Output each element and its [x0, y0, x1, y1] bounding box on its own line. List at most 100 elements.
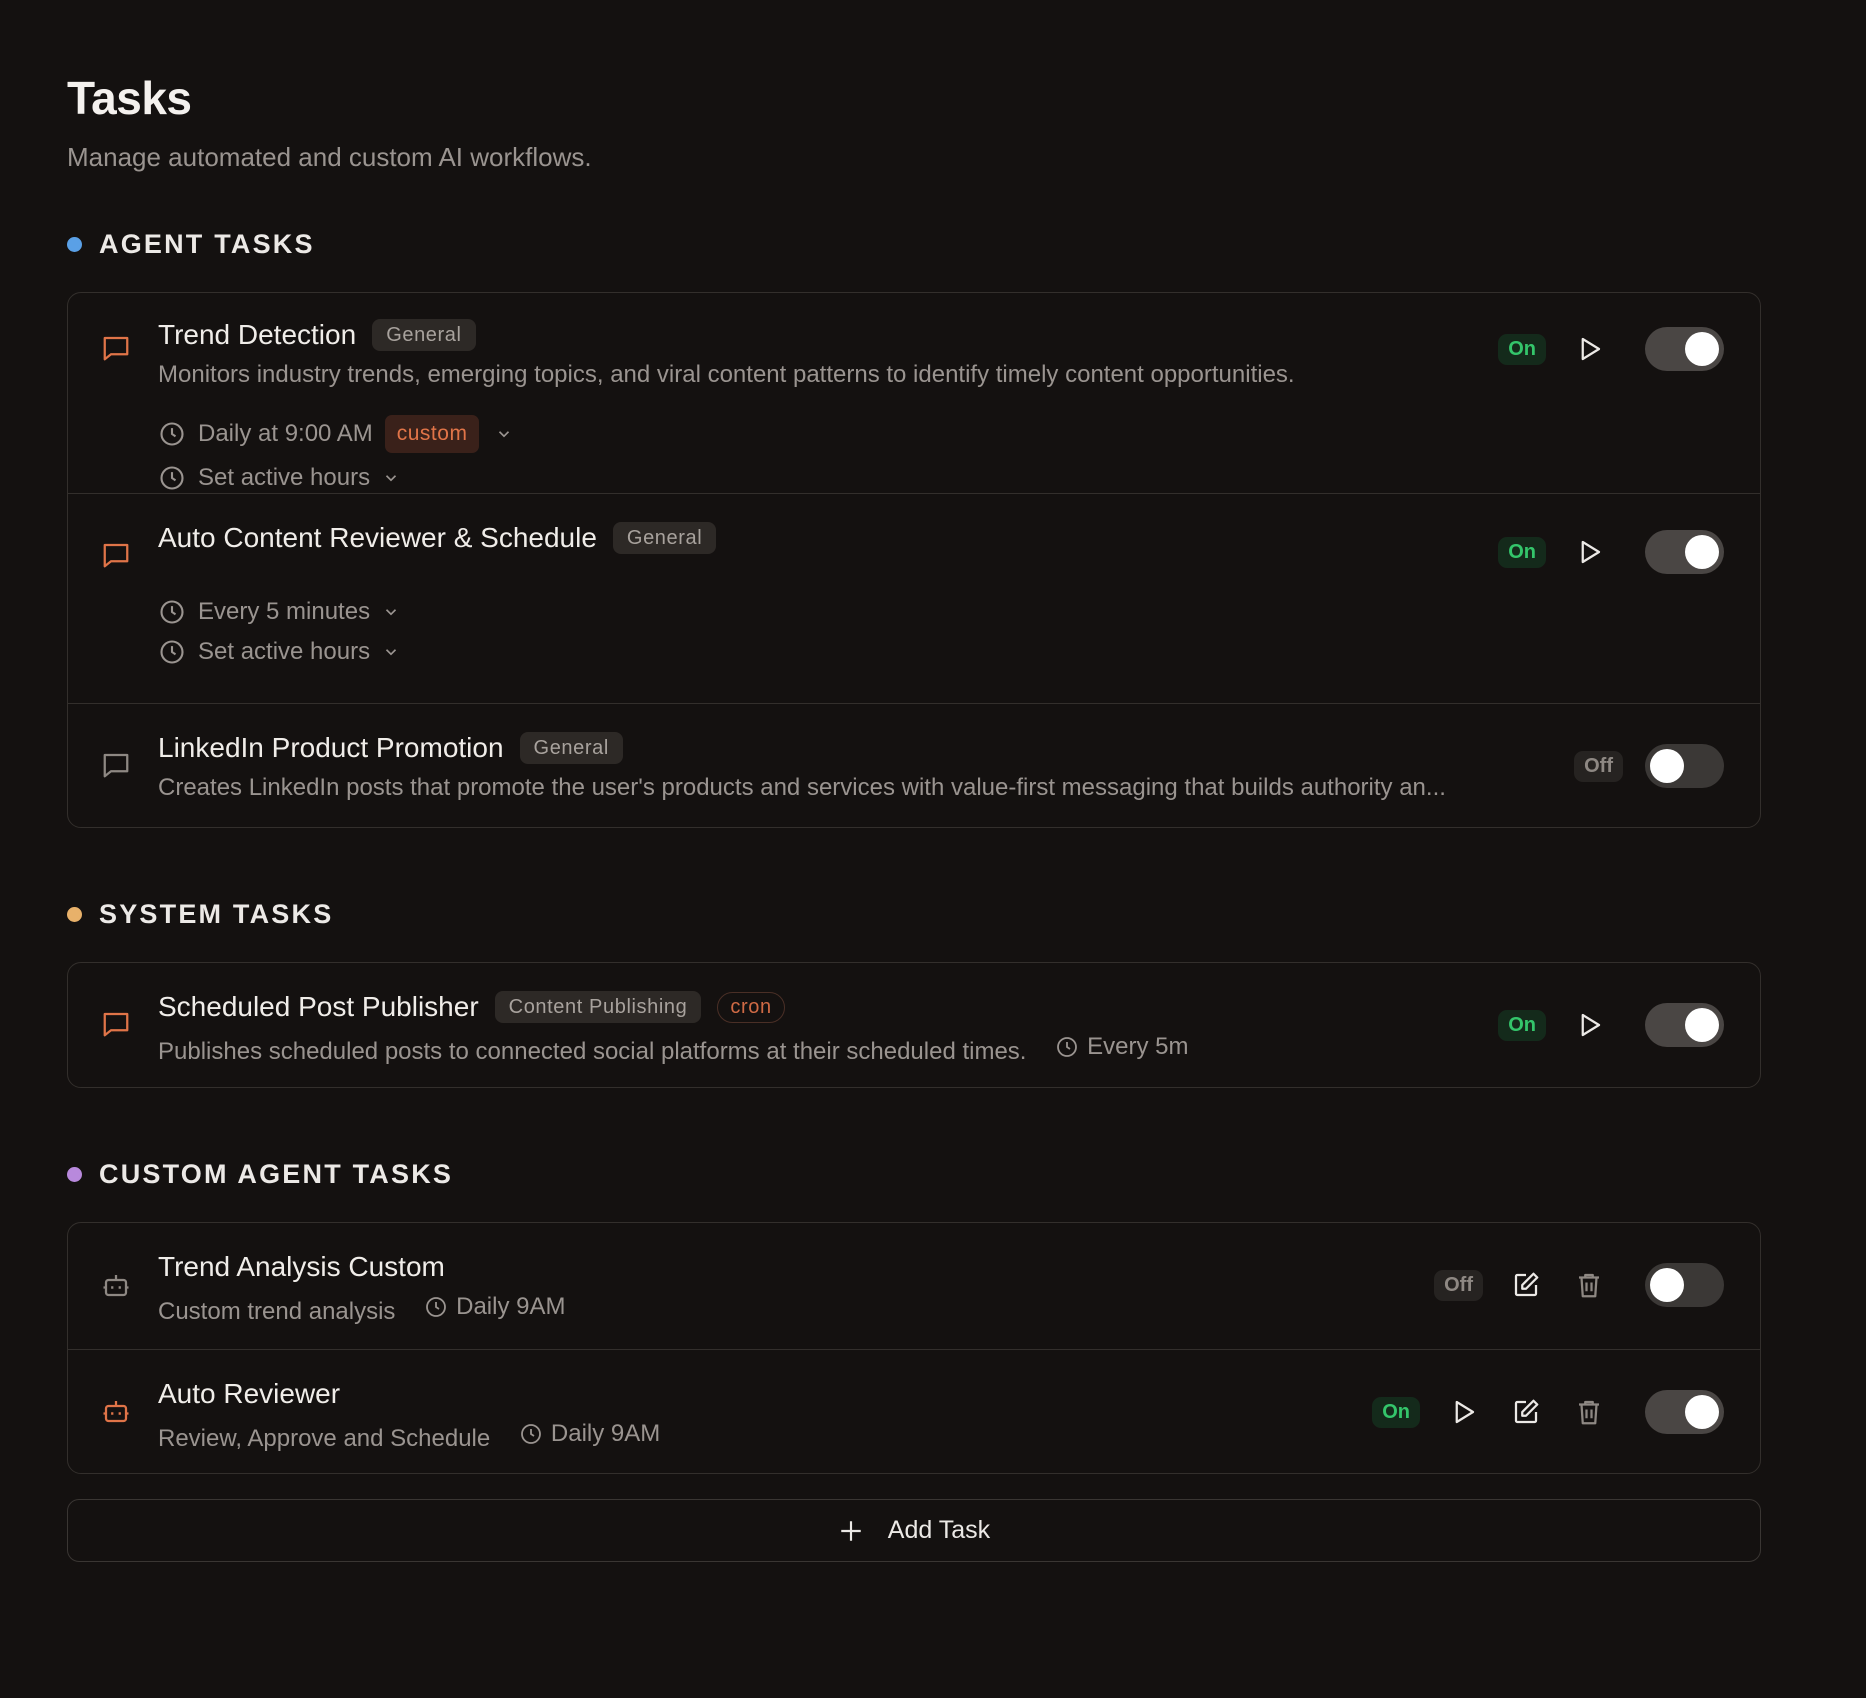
task-body: LinkedIn Product Promotion General Creat… — [158, 728, 1608, 827]
clock-icon — [158, 598, 186, 626]
delete-button[interactable] — [1569, 1265, 1609, 1305]
edit-icon — [1514, 1399, 1539, 1424]
interval-text: Every 5m — [1087, 1033, 1189, 1060]
enable-toggle[interactable] — [1645, 1390, 1724, 1434]
play-icon — [1581, 540, 1601, 564]
system-tasks-dot — [67, 906, 82, 922]
task-description: Creates LinkedIn posts that promote the … — [158, 774, 1446, 801]
schedule-dropdown[interactable]: Daily at 9:00 AM custom — [158, 415, 1760, 453]
custom-tasks-dot — [67, 1166, 82, 1182]
task-description: Publishes scheduled posts to connected s… — [158, 1038, 1027, 1065]
cron-tag: cron — [717, 991, 785, 1023]
category-tag: General — [372, 319, 476, 351]
section-label: SYSTEM TASKS — [99, 898, 334, 929]
custom-tasks-card: Trend Analysis Custom Custom trend analy… — [67, 1222, 1761, 1474]
edit-icon — [1514, 1272, 1539, 1297]
delete-button[interactable] — [1569, 1392, 1609, 1432]
task-controls: On — [1498, 1003, 1724, 1047]
chevron-down-icon — [495, 425, 513, 443]
agent-tasks-dot — [67, 236, 82, 252]
task-controls: On — [1372, 1390, 1724, 1434]
task-description: Custom trend analysis — [158, 1298, 396, 1325]
plus-icon — [838, 1518, 864, 1544]
task-name: LinkedIn Product Promotion — [158, 732, 504, 763]
toggle-knob — [1650, 749, 1684, 783]
clock-icon — [158, 420, 186, 448]
interval-text: Daily 9AM — [550, 1420, 661, 1447]
task-name: Auto Content Reviewer & Schedule — [158, 522, 597, 553]
tasks-page: Tasks Manage automated and custom AI wor… — [0, 0, 1866, 1562]
task-name: Auto Reviewer — [158, 1378, 341, 1409]
interval: Daily 9AM — [424, 1291, 565, 1323]
section-label: CUSTOM AGENT TASKS — [99, 1158, 454, 1189]
schedule-text: Every 5 minutes — [198, 598, 371, 625]
edit-button[interactable] — [1506, 1265, 1546, 1305]
page-subtitle: Manage automated and custom AI workflows… — [67, 142, 592, 172]
run-button[interactable] — [1569, 1005, 1609, 1045]
enable-toggle[interactable] — [1645, 1003, 1724, 1047]
trash-icon — [1579, 1400, 1599, 1425]
schedule-text: Daily at 9:00 AM — [198, 420, 373, 447]
interval: Every 5m — [1055, 1031, 1189, 1063]
edit-button[interactable] — [1506, 1392, 1546, 1432]
status-badge: Off — [1434, 1269, 1483, 1301]
task-controls: On — [1498, 530, 1724, 574]
task-name: Trend Detection — [158, 319, 357, 350]
clock-icon — [1057, 1037, 1078, 1057]
agent-tasks-header: AGENT TASKS — [67, 226, 1866, 262]
active-hours-dropdown[interactable]: Set active hours — [158, 634, 1760, 670]
category-tag: General — [612, 522, 717, 554]
system-tasks-header: SYSTEM TASKS — [67, 896, 1866, 932]
toggle-knob — [1685, 1008, 1719, 1042]
chevron-down-icon — [382, 603, 400, 621]
schedule-dropdown[interactable]: Every 5 minutes — [158, 594, 1760, 630]
run-button[interactable] — [1443, 1392, 1483, 1432]
message-square-icon — [101, 540, 131, 570]
interval-text: Daily 9AM — [456, 1293, 566, 1320]
page-title: Tasks — [67, 72, 192, 124]
category-tag: General — [519, 732, 623, 764]
run-button[interactable] — [1569, 532, 1609, 572]
interval: Daily 9AM — [519, 1418, 660, 1450]
task-row-linkedin-promotion: LinkedIn Product Promotion General Creat… — [68, 703, 1760, 827]
task-controls: Off — [1574, 744, 1724, 788]
clock-icon — [521, 1424, 541, 1444]
play-icon — [1581, 1013, 1601, 1037]
task-row-scheduled-post-publisher: Scheduled Post Publisher Content Publish… — [68, 963, 1760, 1087]
clock-icon — [426, 1297, 447, 1317]
task-name: Trend Analysis Custom — [158, 1251, 445, 1282]
custom-tasks-header: CUSTOM AGENT TASKS — [67, 1156, 1866, 1192]
status-badge: Off — [1574, 750, 1623, 782]
category-tag: Content Publishing — [494, 991, 702, 1023]
active-hours-dropdown[interactable]: Set active hours — [158, 460, 1760, 496]
enable-toggle[interactable] — [1645, 530, 1724, 574]
add-task-label: Add Task — [887, 1516, 991, 1544]
enable-toggle[interactable] — [1645, 744, 1724, 788]
active-hours-text: Set active hours — [198, 464, 371, 491]
task-row-auto-content-reviewer: Auto Content Reviewer & Schedule General… — [68, 493, 1760, 703]
enable-toggle[interactable] — [1645, 327, 1724, 371]
task-name-line: LinkedIn Product Promotion General — [158, 728, 1608, 768]
task-row-trend-analysis-custom: Trend Analysis Custom Custom trend analy… — [68, 1223, 1760, 1349]
message-square-icon — [101, 750, 131, 780]
task-controls: Off — [1434, 1263, 1724, 1307]
system-tasks-card: Scheduled Post Publisher Content Publish… — [67, 962, 1761, 1088]
bot-icon — [101, 1270, 131, 1300]
add-task-button[interactable]: Add Task — [67, 1499, 1761, 1562]
clock-icon — [158, 464, 186, 492]
status-badge: On — [1372, 1396, 1420, 1428]
run-button[interactable] — [1569, 329, 1609, 369]
status-badge: On — [1498, 1009, 1546, 1041]
task-row-trend-detection: Trend Detection General Monitors industr… — [68, 293, 1760, 493]
bot-icon — [101, 1396, 131, 1426]
task-row-auto-reviewer: Auto Reviewer Review, Approve and Schedu… — [68, 1349, 1760, 1473]
custom-badge: custom — [384, 415, 480, 453]
enable-toggle[interactable] — [1645, 1263, 1724, 1307]
agent-tasks-card: Trend Detection General Monitors industr… — [67, 292, 1761, 828]
status-badge: On — [1498, 536, 1546, 568]
message-square-icon — [101, 333, 131, 363]
clock-icon — [158, 638, 186, 666]
section-label: AGENT TASKS — [99, 228, 315, 259]
toggle-knob — [1685, 332, 1719, 366]
toggle-knob — [1685, 1395, 1719, 1429]
